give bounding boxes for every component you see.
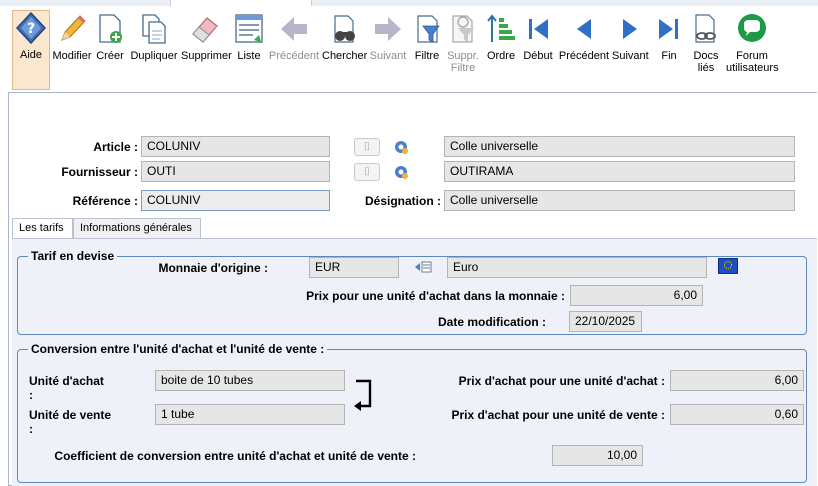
debut-label: Début xyxy=(523,50,553,62)
binoculars-icon xyxy=(334,15,355,43)
monnaie-code-field[interactable]: EUR xyxy=(309,257,399,278)
first-record-icon xyxy=(529,19,548,39)
creer-label: Créer xyxy=(96,50,124,62)
suivant-button[interactable]: Suivant xyxy=(612,12,649,90)
linked-docs-icon xyxy=(695,14,716,43)
new-document-icon xyxy=(99,14,122,43)
fournisseur-code-field[interactable]: OUTI xyxy=(141,161,330,182)
article-lookup-button[interactable]: ⌷ xyxy=(354,138,380,156)
forum-chat-icon xyxy=(738,14,766,42)
suivant-label: Suivant xyxy=(612,50,649,62)
fin-button[interactable]: Fin xyxy=(652,12,686,90)
dupliquer-button[interactable]: Dupliquer xyxy=(128,12,180,90)
prix-achat-uv-label: Prix d'achat pour une unité de vente : xyxy=(451,408,665,422)
prix-achat-uv-field[interactable]: 0,60 xyxy=(670,404,804,425)
aide-label: Aide xyxy=(19,49,43,61)
conversion-title: Conversion entre l'unité d'achat et l'un… xyxy=(28,342,328,356)
designation-field[interactable]: Colle universelle xyxy=(444,190,795,211)
suivant-disabled-label: Suivant xyxy=(369,50,407,62)
prix-monnaie-label: Prix pour une unité d'achat dans la monn… xyxy=(306,289,565,303)
eraser-icon xyxy=(192,17,218,43)
ordre-button[interactable]: Ordre xyxy=(484,12,518,90)
liste-button[interactable]: Liste xyxy=(232,12,266,90)
prix-achat-ua-field[interactable]: 6,00 xyxy=(670,370,804,391)
precedent-button[interactable]: Précédent xyxy=(558,12,610,90)
dupliquer-label: Dupliquer xyxy=(130,50,178,62)
currency-picker-icon[interactable] xyxy=(414,260,432,274)
unite-vente-field[interactable]: 1 tube xyxy=(155,404,345,425)
chercher-button[interactable]: Chercher xyxy=(322,12,368,90)
filtre-button[interactable]: Filtre xyxy=(412,12,442,90)
coefficient-field[interactable]: 10,00 xyxy=(552,445,643,466)
monnaie-name-field[interactable]: Euro xyxy=(447,257,707,278)
arrow-right-icon xyxy=(375,17,401,41)
fournisseur-name-field[interactable]: OUTIRAMA xyxy=(444,161,795,182)
reference-label: Référence : xyxy=(72,194,138,208)
prix-achat-ua-label: Prix d'achat pour une unité d'achat : xyxy=(458,374,665,388)
pencil-icon xyxy=(61,15,86,41)
fournisseur-lookup-button[interactable]: ⌷ xyxy=(354,163,380,181)
filter-icon xyxy=(417,15,440,43)
next-record-icon xyxy=(623,19,637,39)
sort-order-icon xyxy=(487,14,515,42)
gear-icon[interactable] xyxy=(392,138,410,156)
date-modification-label: Date modification : xyxy=(437,315,546,329)
precedent-button-disabled[interactable]: Précédent xyxy=(268,12,320,90)
supprimer-label: Supprimer xyxy=(181,50,232,62)
modifier-label: Modifier xyxy=(52,50,92,62)
coefficient-label: Coefficient de conversion entre unité d'… xyxy=(54,449,416,463)
designation-label: Désignation : xyxy=(364,194,441,208)
suppr-filtre-button-disabled[interactable]: Suppr. Filtre xyxy=(444,12,482,90)
gear-icon[interactable] xyxy=(392,163,410,181)
eu-flag-icon xyxy=(718,258,738,274)
fin-label: Fin xyxy=(661,50,677,62)
modifier-button[interactable]: Modifier xyxy=(52,12,92,90)
suivant-button-disabled[interactable]: Suivant xyxy=(368,12,408,90)
filtre-label: Filtre xyxy=(414,50,440,62)
prix-monnaie-field[interactable]: 6,00 xyxy=(570,285,703,306)
monnaie-label: Monnaie d'origine : xyxy=(158,261,268,275)
debut-button[interactable]: Début xyxy=(520,12,556,90)
previous-record-icon xyxy=(577,19,591,39)
tab-les-tarifs[interactable]: Les tarifs xyxy=(12,218,73,239)
last-record-icon xyxy=(659,19,678,39)
chercher-label: Chercher xyxy=(322,50,368,62)
liste-label: Liste xyxy=(237,50,261,62)
ordre-label: Ordre xyxy=(486,50,516,62)
article-label: Article : xyxy=(93,140,138,154)
arrow-left-icon xyxy=(281,17,307,41)
list-icon xyxy=(235,14,263,43)
date-modification-field[interactable]: 22/10/2025 xyxy=(569,311,642,332)
tarif-devise-title: Tarif en devise xyxy=(28,249,118,263)
unite-vente-label: Unité de vente : xyxy=(29,408,112,436)
unite-achat-field[interactable]: boite de 10 tubes xyxy=(155,370,345,391)
help-diamond-icon: ? xyxy=(15,11,47,45)
remove-filter-icon xyxy=(452,15,474,43)
unite-achat-label: Unité d'achat : xyxy=(29,374,104,402)
suppr-filtre-label: Suppr. Filtre xyxy=(447,50,479,74)
docs-lies-button[interactable]: Docs liés xyxy=(688,12,724,90)
supprimer-button[interactable]: Supprimer xyxy=(181,12,232,90)
creer-button[interactable]: Créer xyxy=(94,12,126,90)
duplicate-icon xyxy=(142,14,166,44)
conversion-arrow-icon xyxy=(354,379,372,411)
aide-button[interactable]: ? Aide xyxy=(12,10,50,90)
forum-utilisateurs-label: Forum utilisateurs xyxy=(726,50,779,74)
toolbar: ? Aide Modifier Créer Dupliquer Supprime… xyxy=(0,6,818,90)
precedent-disabled-label: Précédent xyxy=(268,50,320,62)
fournisseur-label: Fournisseur : xyxy=(61,165,138,179)
svg-text:?: ? xyxy=(27,21,35,37)
reference-field[interactable]: COLUNIV xyxy=(141,190,330,211)
article-code-field[interactable]: COLUNIV xyxy=(141,136,330,157)
precedent-label: Précédent xyxy=(558,50,610,62)
tab-informations-generales[interactable]: Informations générales xyxy=(73,218,201,238)
article-name-field[interactable]: Colle universelle xyxy=(444,136,795,157)
forum-utilisateurs-button[interactable]: Forum utilisateurs xyxy=(726,12,779,90)
docs-lies-label: Docs liés xyxy=(693,50,719,74)
